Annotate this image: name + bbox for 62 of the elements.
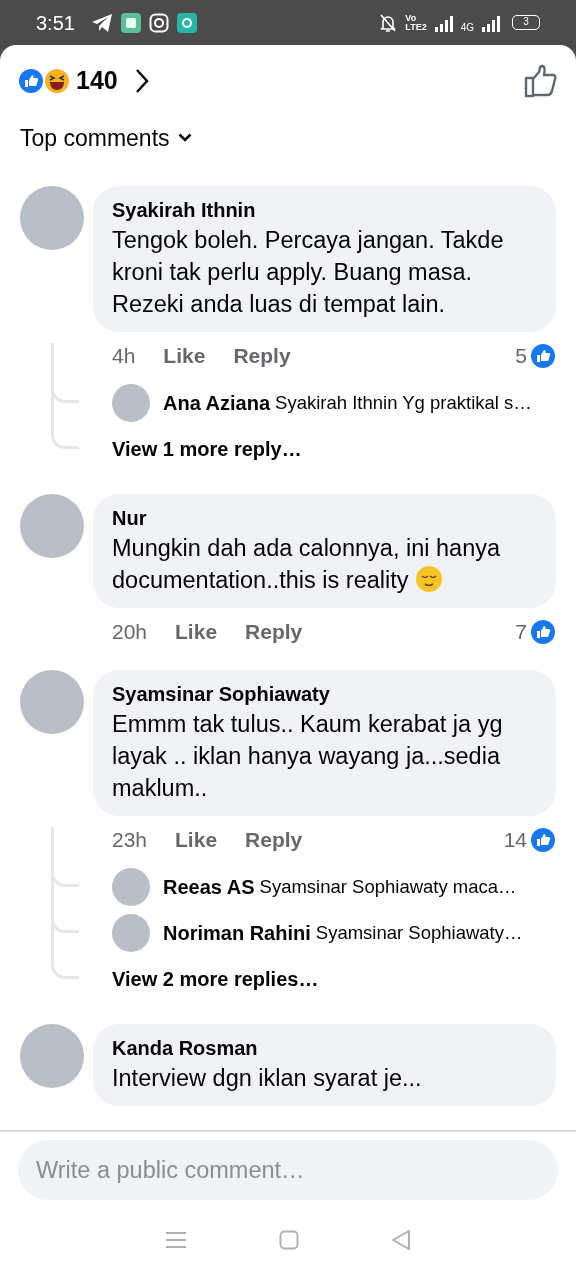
reaction-count[interactable]: 140	[76, 62, 118, 100]
avatar-photo-placeholder[interactable]	[112, 913, 150, 952]
volte-label: Vo LTE2	[405, 13, 427, 32]
reply-author-name[interactable]: Ana Aziana	[163, 387, 271, 418]
comment-text: Emmm tak tulus.. Kaum kerabat ja yg layak .. iklan hanya wayang ja...sedia maklum..	[112, 709, 504, 803]
battery-icon: 3	[512, 15, 540, 30]
network-type-label: 4G	[460, 21, 474, 35]
like-reaction-icon	[530, 826, 556, 853]
reply-author-name[interactable]: Reeas AS	[163, 871, 255, 902]
like-reaction-icon	[18, 68, 44, 94]
laughing-reaction-icon	[44, 68, 70, 94]
comment-text: Mungkin dah ada calonnya, ini hanya documentation..this is reality	[112, 533, 502, 595]
camera-icon	[148, 12, 169, 33]
menu-icon[interactable]	[165, 1230, 187, 1250]
signal-icon	[482, 13, 500, 32]
author-name[interactable]: Syamsinar Sophiawaty	[112, 679, 536, 708]
like-count[interactable]: 7	[515, 615, 527, 648]
reply-button[interactable]: Reply	[233, 339, 291, 372]
thread-line	[51, 918, 79, 979]
paper-plane-icon	[90, 12, 113, 33]
like-button[interactable]: Like	[175, 823, 218, 856]
thread-line	[51, 342, 79, 403]
author-name[interactable]: Syakirah Ithnin	[112, 195, 536, 224]
like-count[interactable]: 14	[503, 823, 527, 856]
like-count[interactable]: 5	[515, 339, 527, 372]
caret-icon[interactable]	[177, 133, 192, 144]
author-name[interactable]: Kanda Rosman	[112, 1033, 536, 1062]
signal-icon	[434, 13, 453, 32]
like-button[interactable]: Like	[163, 339, 206, 372]
comment-input-field[interactable]: Write a public comment…	[18, 1140, 558, 1200]
thread-line	[51, 872, 79, 933]
thread-line	[51, 826, 79, 887]
like-button[interactable]: Like	[175, 615, 218, 648]
comment-time: 4h	[112, 342, 136, 369]
back-triangle-icon[interactable]	[391, 1229, 411, 1251]
chat-app-icon	[176, 12, 197, 33]
like-reaction-icon	[530, 618, 556, 645]
reply-text[interactable]: Syamsinar Sophiawaty maca…	[259, 872, 517, 901]
square-app-icon	[120, 12, 141, 33]
reply-author-name[interactable]: Noriman Rahini	[163, 917, 311, 948]
home-square-icon[interactable]	[279, 1230, 299, 1250]
view-more-replies-link[interactable]: View 2 more replies…	[112, 963, 319, 994]
author-name[interactable]: Nur	[112, 503, 536, 532]
smiling-face-icon	[415, 564, 444, 593]
thumbs-up-icon[interactable]	[524, 64, 558, 98]
comment-time: 20h	[112, 618, 148, 645]
sort-label[interactable]: Top comments	[20, 121, 170, 156]
chevron-right-icon[interactable]	[133, 67, 150, 95]
avatar-photo-placeholder[interactable]	[112, 383, 150, 422]
comment-text: Tengok boleh. Percaya jangan. Takde kroni tak perlu apply. Buang masa. Rezeki anda luas di tempat lain.	[112, 225, 505, 319]
bell-muted-icon	[379, 12, 398, 33]
reply-text[interactable]: Syakirah Ithnin Yg praktikal s…	[275, 388, 532, 417]
reply-button[interactable]: Reply	[245, 823, 303, 856]
avatar-photo-placeholder[interactable]	[112, 867, 150, 906]
view-more-replies-link[interactable]: View 1 more reply…	[112, 433, 302, 464]
thread-line	[51, 388, 79, 449]
reply-button[interactable]: Reply	[245, 615, 303, 648]
reply-text[interactable]: Syamsinar Sophiawaty…	[315, 918, 523, 947]
clock-time: 3:51	[36, 10, 75, 36]
like-reaction-icon	[530, 342, 556, 369]
comment-text: Interview dgn iklan syarat je...	[112, 1063, 423, 1093]
comment-time: 23h	[112, 826, 148, 853]
